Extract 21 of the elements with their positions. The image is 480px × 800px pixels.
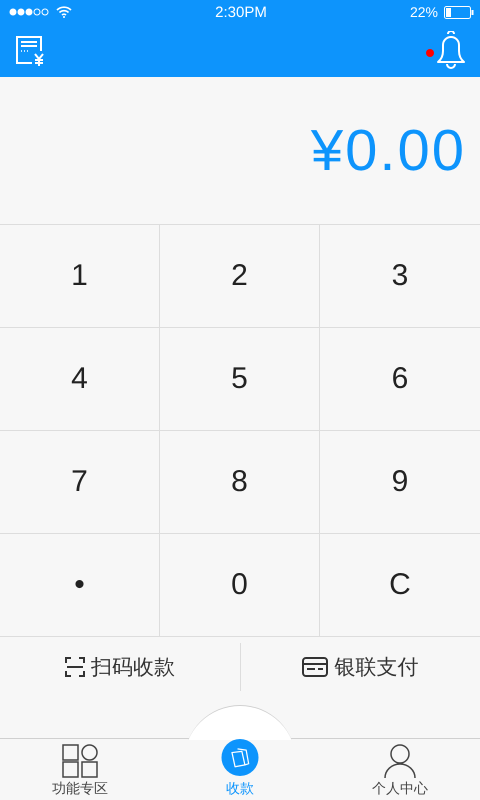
card-icon xyxy=(302,657,328,677)
tab[interactable]: 功能专区 xyxy=(0,739,160,799)
keypad-key[interactable]: 0 xyxy=(160,534,320,637)
scan-icon xyxy=(64,657,85,677)
bell-icon[interactable] xyxy=(434,30,468,70)
keypad-key[interactable]: 4 xyxy=(0,328,160,431)
grid-icon xyxy=(62,744,98,778)
keypad-key[interactable]: • xyxy=(0,534,160,637)
amount-display: ¥0.00 xyxy=(310,117,466,184)
keypad-key[interactable]: 8 xyxy=(160,431,320,534)
person-icon xyxy=(382,744,418,778)
battery-percent: 22% xyxy=(410,4,438,20)
wifi-icon xyxy=(56,6,72,18)
keypad-key[interactable]: 1 xyxy=(0,225,160,328)
status-time: 2:30PM xyxy=(215,4,267,20)
keypad-key[interactable]: 2 xyxy=(160,225,320,328)
battery-icon xyxy=(444,6,474,18)
tab[interactable]: 个人中心 xyxy=(320,739,480,799)
keypad-key[interactable]: 7 xyxy=(0,431,160,534)
keypad-key[interactable]: 5 xyxy=(160,328,320,431)
signal-icon xyxy=(8,7,50,17)
